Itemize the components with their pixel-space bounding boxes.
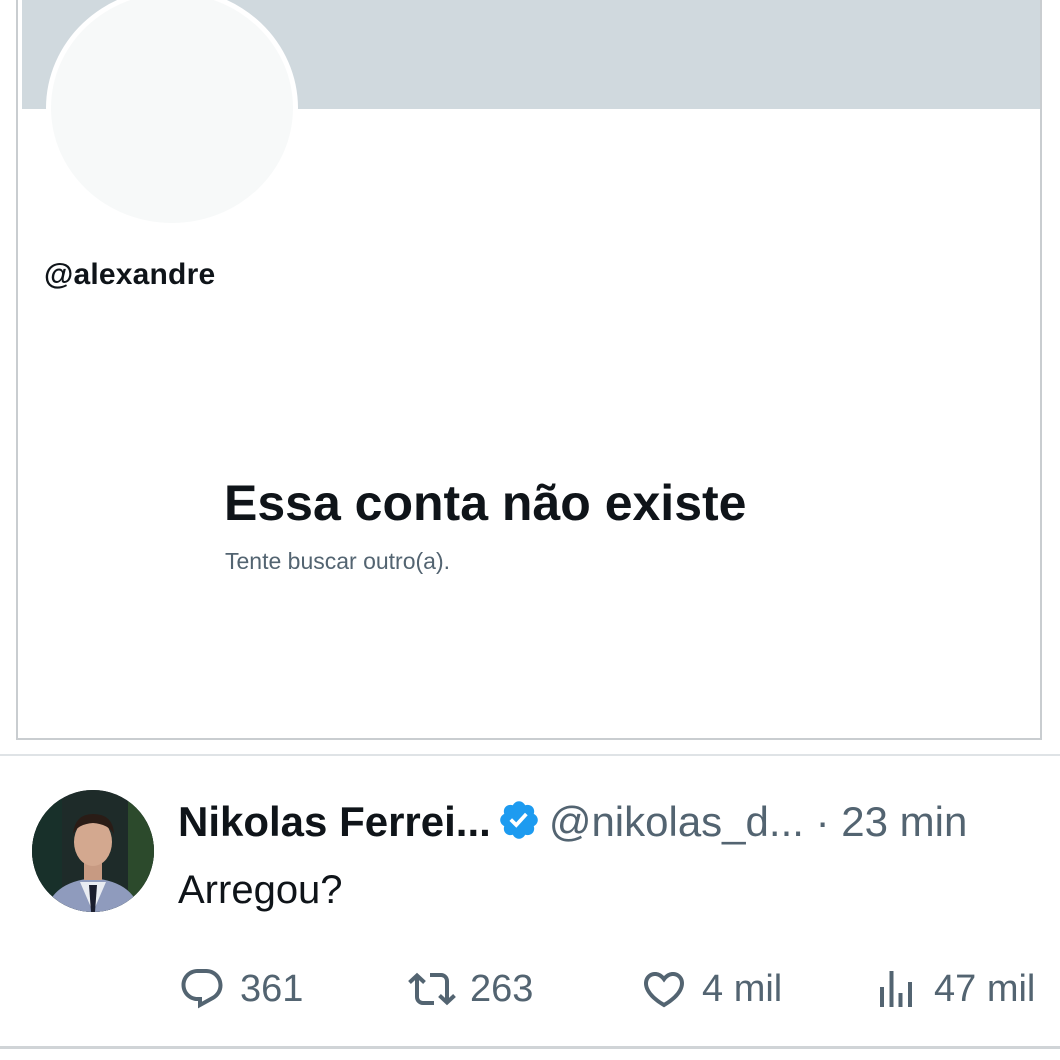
- retweet-button[interactable]: 263: [408, 964, 533, 1014]
- screenshot-divider: [0, 740, 1060, 756]
- like-count: 4 mil: [702, 967, 783, 1010]
- reply-button[interactable]: 361: [178, 964, 303, 1014]
- views-chart-icon: [880, 971, 912, 1007]
- retweet-count: 263: [470, 967, 534, 1010]
- profile-handle: @alexandre: [44, 258, 216, 291]
- tweet-text: Arregou?: [178, 868, 343, 912]
- reply-count: 361: [240, 967, 304, 1010]
- empty-state-subtitle: Tente buscar outro(a).: [225, 548, 451, 574]
- avatar-photo: [32, 790, 154, 912]
- verified-badge-icon: [497, 798, 541, 854]
- views-count: 47 mil: [934, 967, 1036, 1010]
- views-button[interactable]: 47 mil: [872, 964, 1035, 1014]
- empty-state-title: Essa conta não existe: [224, 475, 747, 531]
- like-button[interactable]: 4 mil: [640, 964, 782, 1014]
- display-name[interactable]: Nikolas Ferrei...: [178, 798, 491, 845]
- avatar[interactable]: [32, 790, 154, 912]
- reply-icon: [181, 969, 223, 1009]
- tweet-timestamp[interactable]: 23 min: [841, 798, 967, 845]
- profile-card: @alexandre Essa conta não existe Tente b…: [16, 0, 1042, 740]
- heart-icon: [643, 972, 685, 1008]
- tweet-card[interactable]: Nikolas Ferrei... @nikolas_d... · 23 min …: [0, 756, 1060, 1049]
- retweet-icon: [408, 972, 456, 1006]
- separator-dot: ·: [815, 798, 830, 845]
- user-handle[interactable]: @nikolas_d...: [549, 798, 804, 845]
- profile-avatar-placeholder: [46, 0, 298, 228]
- tweet-actions: 361 263 4 mil 47 mil: [178, 964, 1060, 1014]
- tweet-header: Nikolas Ferrei... @nikolas_d... · 23 min: [178, 796, 967, 854]
